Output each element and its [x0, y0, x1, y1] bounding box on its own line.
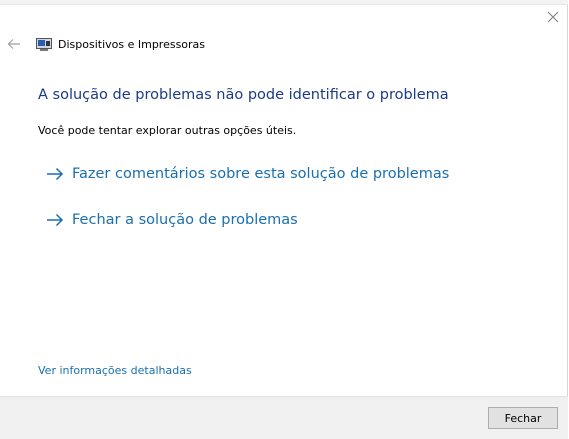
arrow-right-icon: [47, 167, 64, 181]
give-feedback-link[interactable]: Fazer comentários sobre esta solução de …: [46, 166, 449, 182]
option-label: Fechar a solução de problemas: [72, 212, 298, 228]
back-button[interactable]: [4, 34, 24, 54]
header-title: Dispositivos e Impressoras: [58, 38, 206, 51]
option-label: Fazer comentários sobre esta solução de …: [72, 166, 450, 182]
close-icon: [547, 11, 559, 23]
troubleshooter-window: Dispositivos e Impressoras A solução de …: [0, 0, 568, 439]
arrow-right-icon: [47, 213, 64, 227]
devices-printers-icon: [36, 38, 52, 51]
view-details-link[interactable]: Ver informações detalhadas: [38, 364, 192, 377]
page-subtext: Você pode tentar explorar outras opções …: [38, 124, 297, 137]
window-close-button[interactable]: [540, 6, 566, 28]
page-title: A solução de problemas não pode identifi…: [38, 87, 449, 103]
close-troubleshooter-link[interactable]: Fechar a solução de problemas: [46, 212, 298, 228]
back-arrow-icon: [7, 39, 20, 49]
close-button[interactable]: Fechar: [488, 407, 558, 429]
footer-bar: Fechar: [0, 396, 568, 439]
title-strip: [0, 0, 568, 5]
